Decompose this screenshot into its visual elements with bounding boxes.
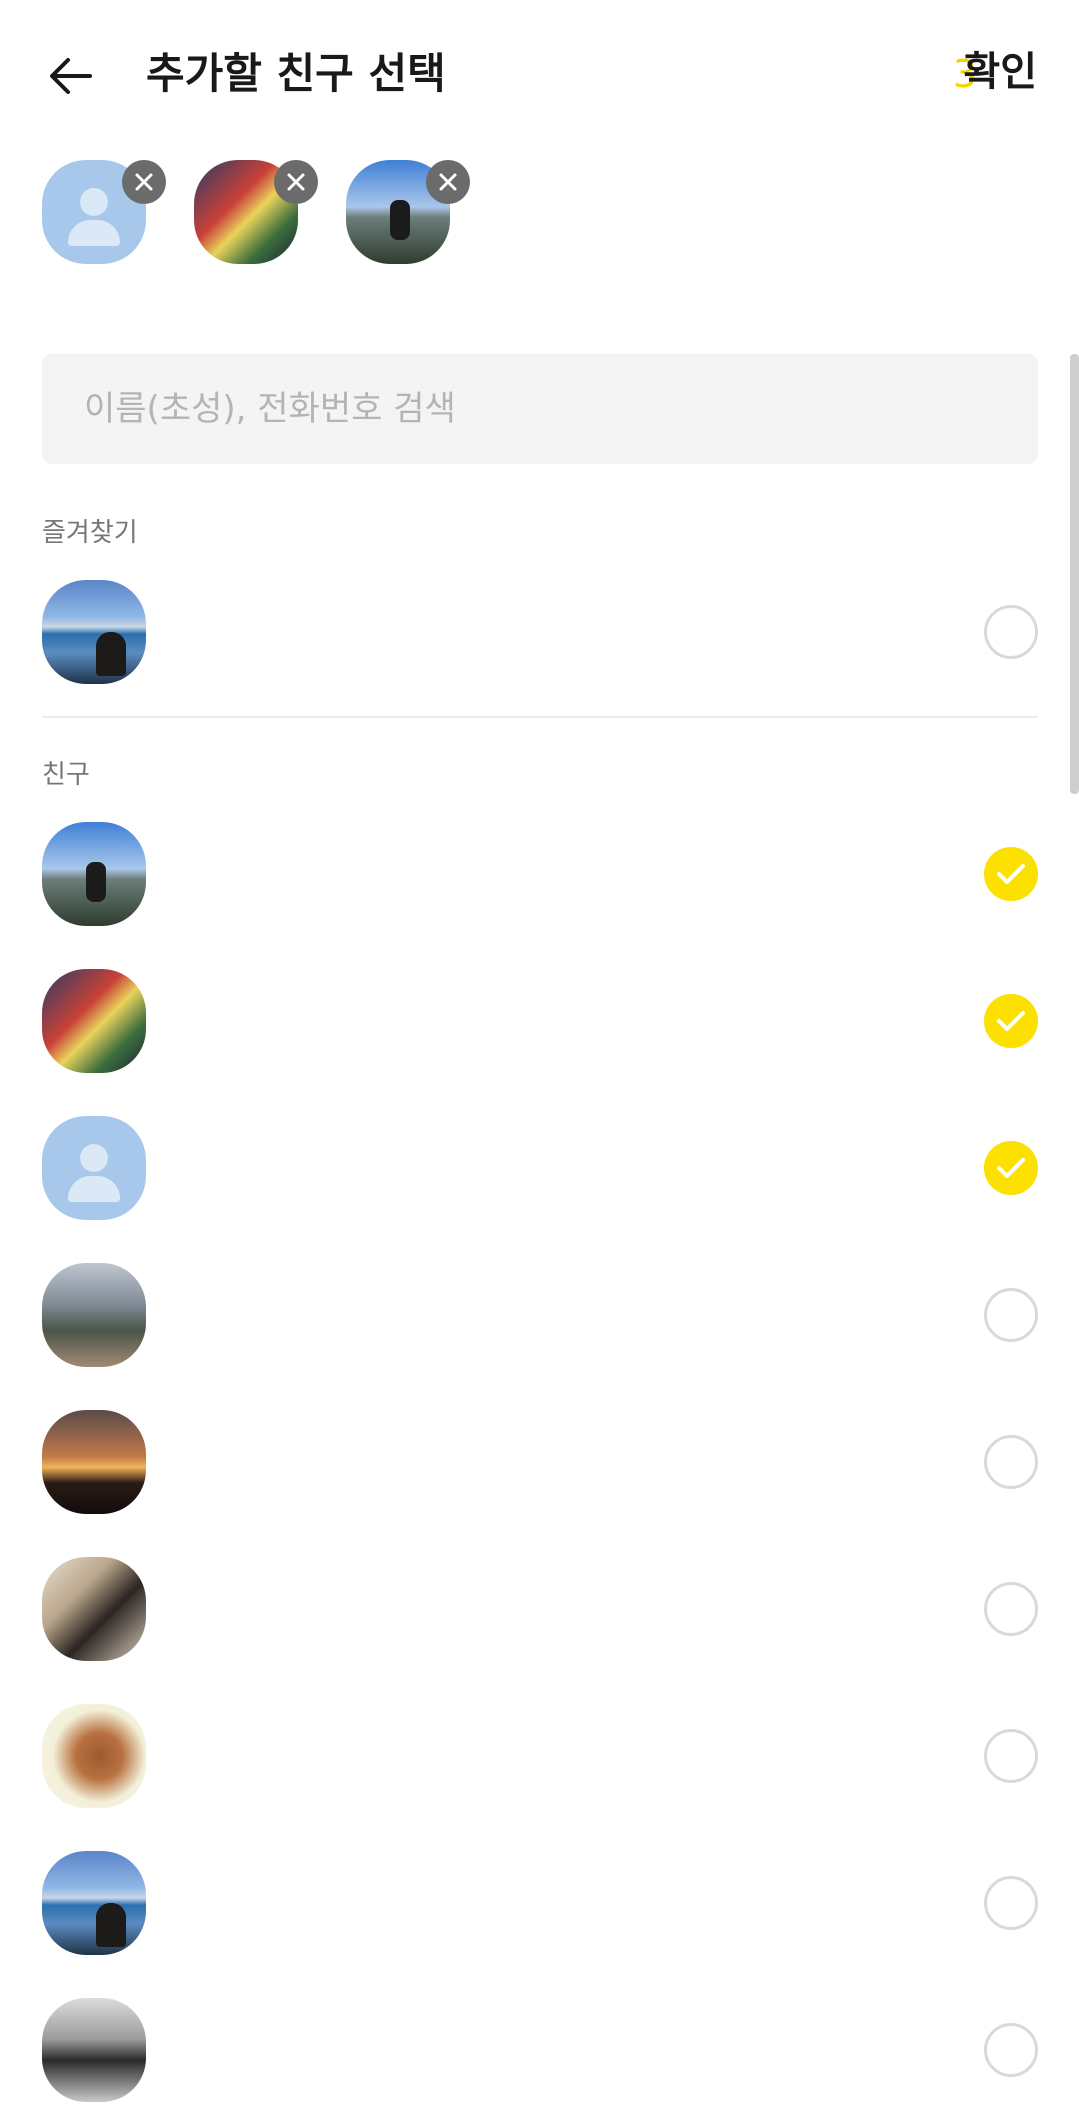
scrollbar[interactable]	[1070, 354, 1079, 794]
close-icon[interactable]	[426, 160, 470, 204]
avatar	[42, 1704, 146, 1808]
check-circle-icon[interactable]	[984, 1435, 1038, 1489]
close-icon[interactable]	[122, 160, 166, 204]
search-box	[42, 354, 1038, 464]
list-item[interactable]	[0, 963, 1079, 1083]
section-friends: 친구	[42, 760, 90, 790]
page-title: 추가할 친구 선택	[146, 49, 446, 98]
check-circle-icon[interactable]	[984, 2023, 1038, 2077]
avatar	[42, 1263, 146, 1367]
list-item[interactable]	[0, 1257, 1079, 1377]
check-circle-icon[interactable]	[984, 1729, 1038, 1783]
avatar	[42, 580, 146, 684]
list-item[interactable]	[0, 1110, 1079, 1230]
list-item[interactable]	[0, 1992, 1079, 2112]
list-item[interactable]	[0, 1845, 1079, 1965]
check-circle-icon[interactable]	[984, 1582, 1038, 1636]
list-item[interactable]	[0, 1551, 1079, 1671]
list-item[interactable]	[0, 1404, 1079, 1524]
check-circle-icon[interactable]	[984, 1288, 1038, 1342]
check-circle-icon[interactable]	[984, 605, 1038, 659]
avatar	[42, 1116, 146, 1220]
avatar	[42, 969, 146, 1073]
avatar	[42, 1851, 146, 1955]
close-icon[interactable]	[274, 160, 318, 204]
avatar	[42, 1557, 146, 1661]
back-arrow-icon[interactable]	[44, 44, 108, 108]
section-favorites: 즐겨찾기	[42, 518, 138, 548]
selected-chip[interactable]	[346, 160, 470, 264]
avatar	[42, 822, 146, 926]
divider	[42, 716, 1038, 718]
selected-chip[interactable]	[194, 160, 318, 264]
list-item[interactable]	[0, 1698, 1079, 1818]
search-input[interactable]	[42, 354, 1024, 464]
header: 추가할 친구 선택 3 확인	[0, 0, 1079, 148]
selected-chip[interactable]	[42, 160, 166, 264]
list-item[interactable]	[0, 574, 1079, 694]
avatar	[42, 1998, 146, 2102]
avatar	[42, 1410, 146, 1514]
check-circle-icon[interactable]	[984, 994, 1038, 1048]
confirm-button[interactable]: 확인	[963, 44, 1037, 100]
list-item[interactable]	[0, 816, 1079, 936]
check-circle-icon[interactable]	[984, 847, 1038, 901]
check-circle-icon[interactable]	[984, 1141, 1038, 1195]
check-circle-icon[interactable]	[984, 1876, 1038, 1930]
